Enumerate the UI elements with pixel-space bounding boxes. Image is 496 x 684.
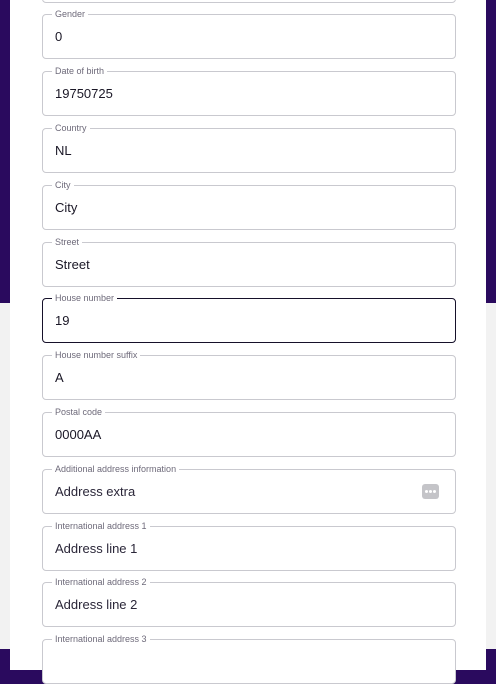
- country-value: NL: [55, 143, 72, 158]
- international-address-2-value: Address line 2: [55, 597, 138, 612]
- international-address-2-field[interactable]: International address 2 Address line 2: [42, 576, 456, 627]
- postal-code-value: 0000AA: [55, 427, 102, 442]
- gender-label: Gender: [52, 8, 89, 20]
- additional-address-field[interactable]: Additional address information Address e…: [42, 463, 456, 514]
- international-address-3-label: International address 3: [52, 633, 150, 645]
- field-previous[interactable]: [42, 0, 456, 3]
- house-number-suffix-label: House number suffix: [52, 349, 141, 361]
- street-label: Street: [52, 236, 83, 248]
- house-number-label: House number: [52, 292, 118, 304]
- international-address-2-label: International address 2: [52, 576, 150, 588]
- date-of-birth-value: 19750725: [55, 86, 113, 101]
- international-address-3-field[interactable]: International address 3: [42, 633, 456, 684]
- city-value: City: [55, 200, 78, 215]
- additional-address-value: Address extra: [55, 484, 136, 499]
- international-address-1-label: International address 1: [52, 520, 150, 532]
- house-number-value: 19: [55, 313, 70, 328]
- additional-address-label: Additional address information: [52, 463, 180, 475]
- password-manager-icon[interactable]: [422, 484, 439, 499]
- gender-field[interactable]: Gender 0: [42, 8, 456, 59]
- house-number-field[interactable]: House number 19: [42, 292, 456, 343]
- date-of-birth-field[interactable]: Date of birth 19750725: [42, 65, 456, 116]
- country-label: Country: [52, 122, 90, 134]
- house-number-suffix-value: A: [55, 370, 64, 385]
- date-of-birth-label: Date of birth: [52, 65, 108, 77]
- postal-code-field[interactable]: Postal code 0000AA: [42, 406, 456, 457]
- house-number-suffix-field[interactable]: House number suffix A: [42, 349, 456, 400]
- international-address-1-value: Address line 1: [55, 541, 138, 556]
- city-field[interactable]: City City: [42, 179, 456, 230]
- gender-value: 0: [55, 29, 63, 44]
- street-field[interactable]: Street Street: [42, 236, 456, 287]
- country-field[interactable]: Country NL: [42, 122, 456, 173]
- postal-code-label: Postal code: [52, 406, 106, 418]
- city-label: City: [52, 179, 74, 191]
- international-address-1-field[interactable]: International address 1 Address line 1: [42, 520, 456, 571]
- street-value: Street: [55, 257, 90, 272]
